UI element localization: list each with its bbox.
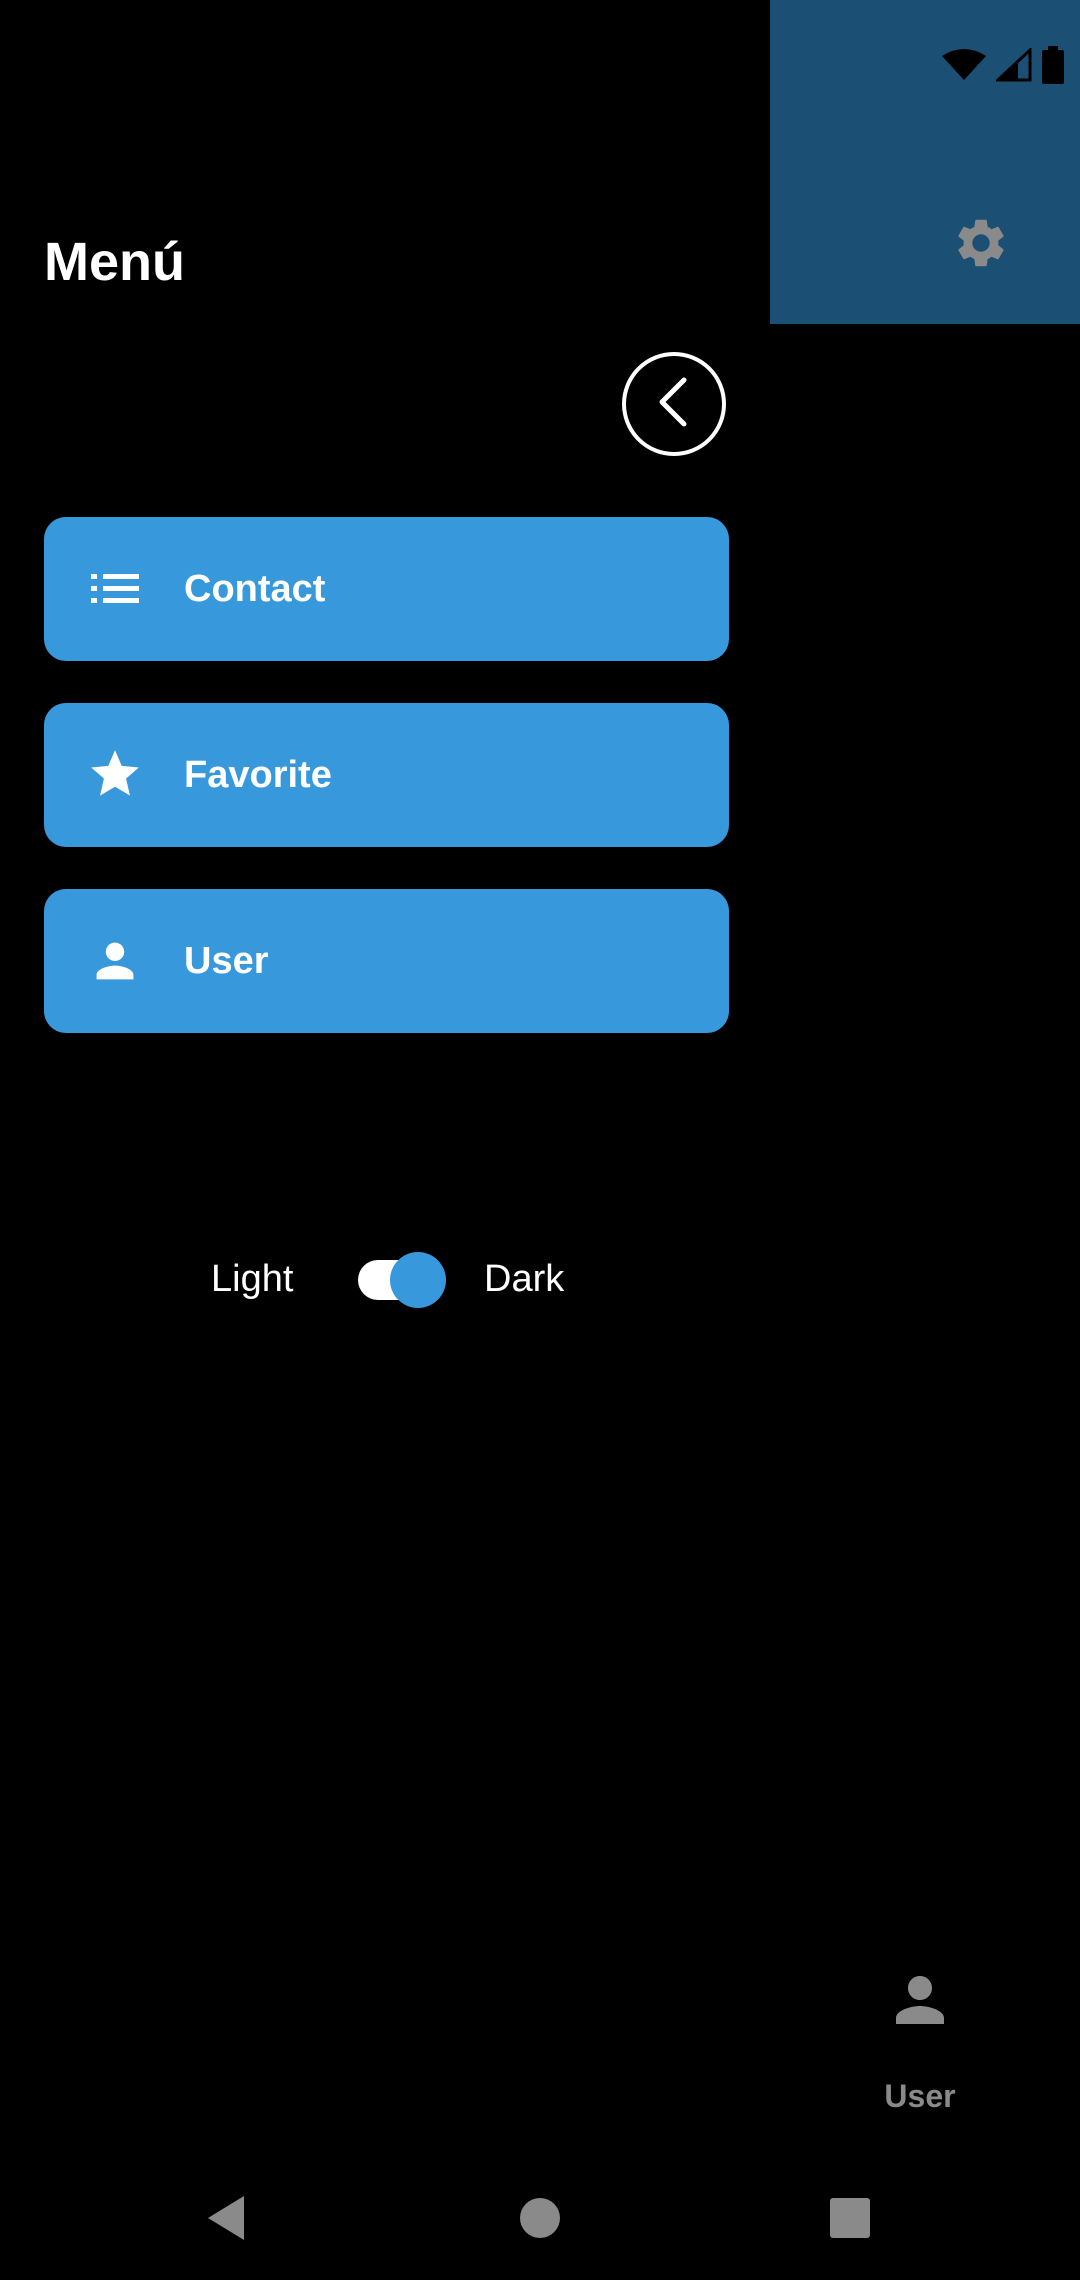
star-icon <box>88 748 142 802</box>
back-button[interactable] <box>196 2190 256 2250</box>
cell-signal-icon <box>996 48 1032 82</box>
close-drawer-button[interactable] <box>622 352 726 456</box>
bottom-nav-user[interactable]: User <box>860 1970 980 2150</box>
navigation-drawer: Menú Contact Favorite User Light Dark <box>0 0 770 2280</box>
menu-item-favorite[interactable]: Favorite <box>44 703 729 847</box>
back-triangle-icon <box>204 2194 248 2247</box>
list-icon <box>88 562 142 616</box>
recents-button[interactable] <box>820 2190 880 2250</box>
gear-icon <box>952 214 1010 277</box>
menu-item-user[interactable]: User <box>44 889 729 1033</box>
menu-item-label: User <box>184 939 269 982</box>
status-bar-icons <box>942 46 1064 84</box>
battery-icon <box>1042 46 1064 84</box>
wifi-icon <box>942 48 986 82</box>
menu-item-contact[interactable]: Contact <box>44 517 729 661</box>
settings-button[interactable] <box>946 210 1016 280</box>
screen: Menú Contact Favorite User Light Dark Us… <box>0 0 1080 2280</box>
chevron-left-icon <box>652 376 696 433</box>
system-navigation-bar <box>0 2160 1080 2280</box>
home-button[interactable] <box>510 2190 570 2250</box>
home-circle-icon <box>518 2196 562 2245</box>
theme-toggle[interactable] <box>358 1252 446 1308</box>
app-header <box>770 0 1080 324</box>
theme-switch-row: Light Dark <box>0 1242 770 1318</box>
theme-light-label: Light <box>211 1258 294 1300</box>
person-icon <box>890 1970 950 2030</box>
menu-item-label: Favorite <box>184 753 332 796</box>
person-icon <box>88 934 142 988</box>
bottom-nav-user-label: User <box>884 2078 956 2114</box>
theme-dark-label: Dark <box>484 1258 565 1300</box>
toggle-thumb <box>390 1252 446 1308</box>
drawer-title: Menú <box>44 232 185 292</box>
menu-item-label: Contact <box>184 567 326 610</box>
recents-square-icon <box>828 2196 872 2245</box>
